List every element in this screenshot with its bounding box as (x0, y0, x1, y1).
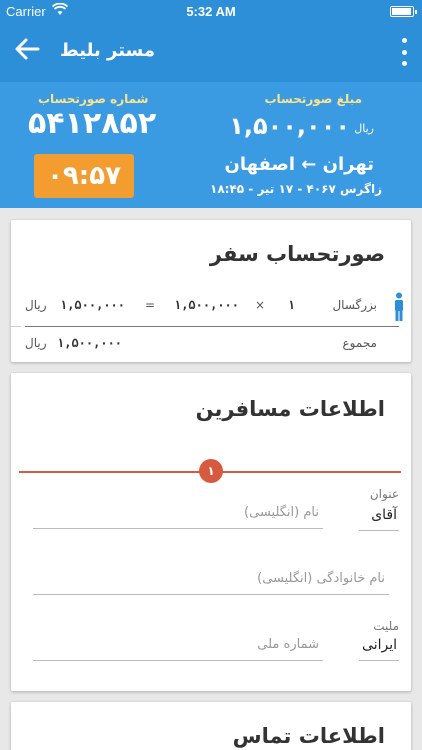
total-amount: ۱,۵۰۰,۰۰۰ (57, 336, 123, 350)
first-name-placeholder: نام (انگلیسی) (244, 505, 319, 520)
national-id-input[interactable]: شماره ملی (33, 631, 323, 661)
divider (11, 326, 21, 327)
flight-info: زاگرس ۴۰۶۷ - ۱۷ تیر - ۱۸:۴۵ (210, 182, 382, 196)
fare-total-row: مجموع ۱,۵۰۰,۰۰۰ ریال (11, 330, 411, 360)
last-name-placeholder: نام خانوادگی (انگلیسی) (257, 571, 385, 586)
fare-row: بزرگسال ۱ × ۱,۵۰۰,۰۰۰ = ۱,۵۰۰,۰۰۰ ریال (11, 292, 411, 322)
passengers-card: اطلاعات مسافرین ۱ عنوان آقای نام (انگلیس… (11, 373, 411, 691)
last-name-input[interactable]: نام خانوادگی (انگلیسی) (33, 565, 389, 595)
battery-icon (390, 6, 417, 17)
route-text: تهران ← اصفهان (224, 154, 374, 175)
equals-sign: = (144, 298, 155, 312)
invoice-label: شماره صورتحساب (38, 92, 149, 106)
passenger-type: بزرگسال (332, 298, 377, 312)
countdown-timer: ۰۹:۵۷ (34, 154, 134, 198)
contact-card: اطلاعات تماس (11, 702, 411, 750)
line-total: ۱,۵۰۰,۰۰۰ (59, 298, 125, 312)
app-title: مستر بلیط (60, 40, 156, 61)
line-currency: ریال (25, 298, 47, 312)
invoice-number: ۵۴۱۲۸۵۲ (28, 106, 157, 141)
passenger-step[interactable]: ۱ (199, 459, 223, 483)
first-name-input[interactable]: نام (انگلیسی) (33, 499, 323, 529)
nationality-select[interactable]: ایرانی (359, 631, 399, 661)
fare-card: صورتحساب سفر بزرگسال ۱ × ۱,۵۰۰,۰۰۰ = ۱,۵… (11, 220, 411, 362)
fare-title: صورتحساب سفر (209, 242, 385, 266)
app-bar: مستر بلیط (0, 22, 422, 82)
total-label: مجموع (342, 336, 377, 350)
title-select[interactable]: آقای (359, 501, 399, 531)
national-id-placeholder: شماره ملی (257, 637, 319, 652)
passenger-count: ۱ (287, 298, 295, 312)
nationality-value: ایرانی (362, 637, 397, 653)
more-menu-icon[interactable] (400, 38, 408, 66)
total-currency: ریال (25, 336, 47, 350)
passengers-title: اطلاعات مسافرین (195, 397, 385, 421)
back-arrow-icon[interactable] (10, 34, 44, 68)
title-label: عنوان (369, 487, 399, 501)
status-time: 5:32 AM (186, 4, 236, 19)
amount-currency: ریال (354, 122, 374, 135)
amount-label: مبلغ صورتحساب (264, 92, 362, 106)
contact-title: اطلاعات تماس (232, 724, 385, 748)
times-sign: × (254, 298, 265, 312)
invoice-amount: ۱,۵۰۰,۰۰۰ (229, 112, 350, 140)
title-value: آقای (371, 507, 397, 523)
invoice-summary: مبلغ صورتحساب شماره صورتحساب ۵۴۱۲۸۵۲ ۱,۵… (0, 82, 422, 208)
divider (25, 326, 399, 327)
unit-price: ۱,۵۰۰,۰۰۰ (173, 298, 239, 312)
status-bar: Carrier 5:32 AM (0, 0, 422, 22)
